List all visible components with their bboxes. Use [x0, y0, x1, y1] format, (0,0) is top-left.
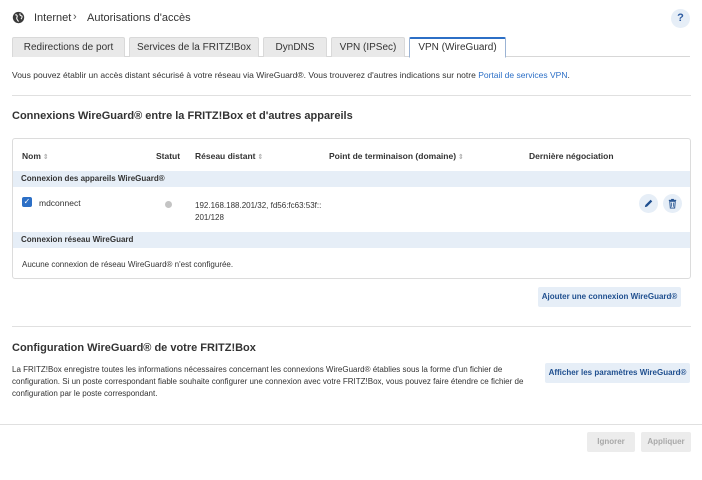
page-title: Autorisations d'accès	[87, 12, 191, 24]
help-button[interactable]: ?	[671, 9, 690, 28]
device-name: mdconnect	[39, 198, 81, 208]
group-row-devices: Connexion des appareils WireGuard®	[13, 171, 690, 187]
config-description: La FRITZ!Box enregistre toutes les infor…	[12, 365, 524, 398]
tab-port-forwarding[interactable]: Redirections de port	[12, 37, 125, 57]
column-header-name[interactable]: Nom ⇕	[22, 151, 49, 161]
globe-icon	[12, 11, 25, 24]
sort-icon[interactable]: ⇕	[43, 154, 49, 161]
config-section-title: Configuration WireGuard® de votre FRITZ!…	[12, 342, 256, 354]
sort-icon[interactable]: ⇕	[257, 154, 263, 161]
check-icon: ✓	[23, 197, 31, 206]
divider	[12, 326, 691, 327]
add-connection-button[interactable]: Ajouter une connexion WireGuard®	[538, 287, 681, 307]
delete-button[interactable]	[663, 194, 682, 213]
network-empty-text: Aucune connexion de réseau WireGuard® n'…	[22, 260, 234, 269]
tab-fritzbox-services[interactable]: Services de la FRITZ!Box	[129, 37, 259, 57]
tab-dyndns[interactable]: DynDNS	[263, 37, 327, 57]
device-checkbox[interactable]: ✓	[22, 197, 32, 207]
chevron-right-icon: ›	[73, 11, 77, 23]
show-settings-button[interactable]: Afficher les paramètres WireGuard®	[545, 363, 690, 383]
breadcrumb-internet[interactable]: Internet	[34, 12, 71, 24]
apply-button[interactable]: Appliquer	[641, 432, 691, 452]
column-header-remote-network[interactable]: Réseau distant ⇕	[195, 151, 263, 161]
column-header-endpoint[interactable]: Point de terminaison (domaine) ⇕	[329, 151, 464, 161]
ignore-button[interactable]: Ignorer	[587, 432, 635, 452]
group-row-network: Connexion réseau WireGuard	[13, 232, 690, 248]
device-remote-network: 192.168.188.201/32, fd56:fc63:53f:: 201/…	[195, 201, 322, 222]
vpn-service-portal-link[interactable]: Portail de services VPN	[478, 70, 567, 80]
column-header-status: Statut	[156, 151, 181, 161]
divider	[0, 424, 702, 425]
connections-section-title: Connexions WireGuard® entre la FRITZ!Box…	[12, 110, 353, 122]
trash-icon	[668, 198, 677, 209]
tab-bar: Redirections de port Services de la FRIT…	[12, 37, 690, 58]
divider	[12, 95, 691, 96]
edit-button[interactable]	[639, 194, 658, 213]
status-indicator	[165, 201, 172, 208]
pencil-icon	[644, 199, 653, 208]
tab-vpn-wireguard[interactable]: VPN (WireGuard)	[409, 37, 506, 58]
header-bar: Internet › Autorisations d'accès ?	[0, 0, 702, 36]
tab-vpn-ipsec[interactable]: VPN (IPSec)	[331, 37, 405, 57]
intro-text: Vous pouvez établir un accès distant séc…	[12, 70, 570, 80]
sort-icon[interactable]: ⇕	[458, 154, 464, 161]
column-header-last-negotiation: Dernière négociation	[529, 151, 614, 161]
connections-table: Nom ⇕ Statut Réseau distant ⇕ Point de ter…	[12, 138, 691, 279]
